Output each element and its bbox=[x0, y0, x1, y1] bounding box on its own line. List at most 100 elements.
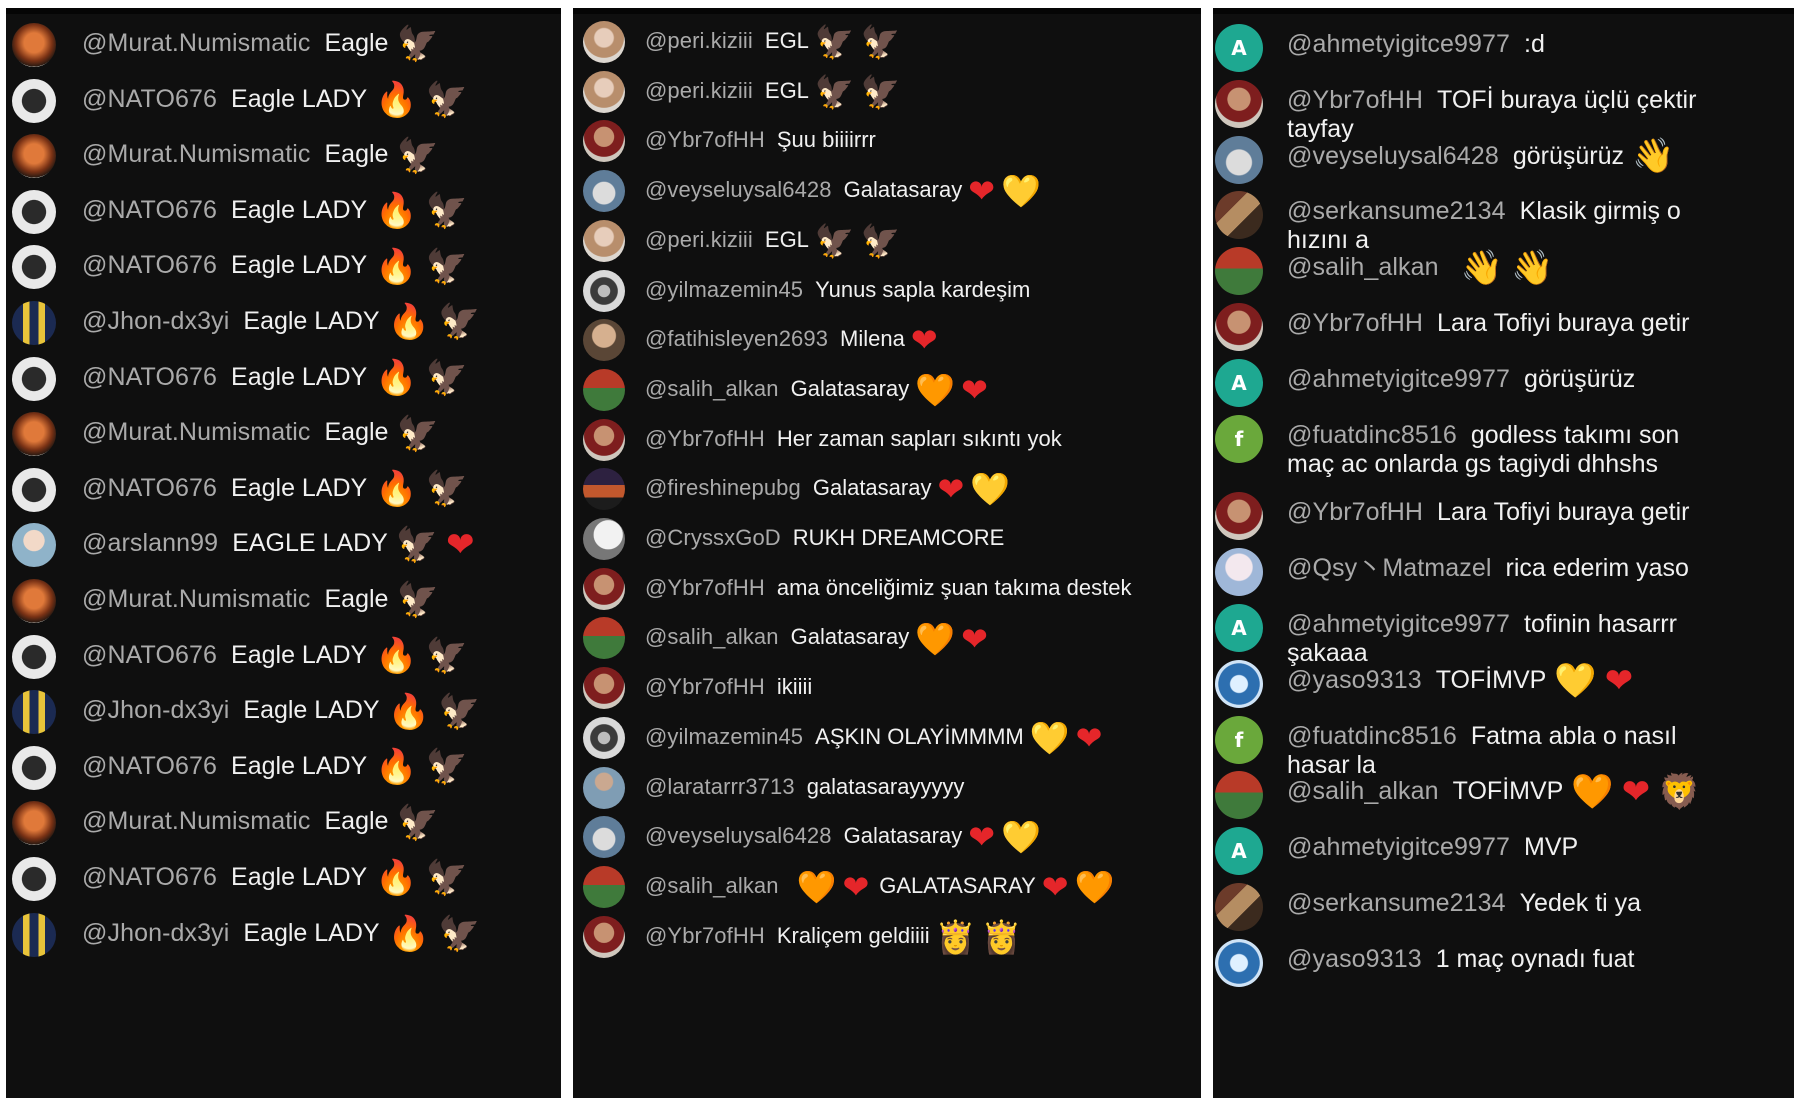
chat-username[interactable]: @Qsy丶Matmazel bbox=[1287, 554, 1492, 582]
user-avatar[interactable] bbox=[12, 245, 56, 290]
user-avatar[interactable] bbox=[1215, 938, 1263, 987]
user-avatar[interactable] bbox=[12, 912, 56, 957]
user-avatar[interactable] bbox=[12, 690, 56, 735]
user-avatar[interactable] bbox=[12, 189, 56, 234]
user-avatar[interactable] bbox=[1215, 303, 1263, 351]
user-avatar[interactable] bbox=[583, 816, 625, 859]
user-avatar[interactable] bbox=[1215, 548, 1263, 597]
user-avatar[interactable] bbox=[583, 368, 625, 411]
user-avatar[interactable] bbox=[12, 523, 56, 568]
chat-username[interactable]: @peri.kiziii bbox=[645, 78, 753, 103]
chat-username[interactable]: @arslann99 bbox=[82, 529, 218, 557]
chat-username[interactable]: @yilmazemin45 bbox=[645, 277, 803, 302]
chat-username[interactable]: @yilmazemin45 bbox=[645, 724, 803, 749]
chat-username[interactable]: @NATO676 bbox=[82, 474, 217, 502]
chat-username[interactable]: @serkansume2134 bbox=[1287, 197, 1506, 225]
chat-username[interactable]: @Jhon-dx3yi bbox=[82, 696, 229, 724]
chat-username[interactable]: @peri.kiziii bbox=[645, 227, 753, 252]
chat-username[interactable]: @fatihisleyen2693 bbox=[645, 326, 828, 351]
user-avatar[interactable] bbox=[12, 23, 56, 67]
user-avatar[interactable] bbox=[12, 745, 56, 790]
chat-username[interactable]: @Ybr7ofHH bbox=[645, 426, 765, 451]
user-avatar[interactable] bbox=[12, 467, 56, 512]
user-avatar[interactable] bbox=[583, 667, 625, 710]
user-avatar[interactable] bbox=[12, 134, 56, 179]
chat-username[interactable]: @NATO676 bbox=[82, 85, 217, 113]
chat-username[interactable]: @Murat.Numismatic bbox=[82, 29, 311, 57]
user-avatar[interactable] bbox=[12, 801, 56, 846]
chat-username[interactable]: @NATO676 bbox=[82, 251, 217, 279]
user-avatar[interactable] bbox=[583, 716, 625, 759]
user-avatar[interactable] bbox=[583, 865, 625, 908]
chat-username[interactable]: @fireshinepubg bbox=[645, 475, 801, 500]
user-avatar[interactable] bbox=[583, 915, 625, 958]
chat-username[interactable]: @Ybr7ofHH bbox=[645, 674, 765, 699]
user-avatar[interactable] bbox=[1215, 492, 1263, 541]
chat-username[interactable]: @Murat.Numismatic bbox=[82, 807, 311, 835]
chat-username[interactable]: @Ybr7ofHH bbox=[1287, 309, 1423, 337]
chat-username[interactable]: @veyseluysal6428 bbox=[645, 823, 832, 848]
chat-username[interactable]: @ahmetyigitce9977 bbox=[1287, 30, 1510, 58]
chat-username[interactable]: @yaso9313 bbox=[1287, 666, 1422, 694]
chat-username[interactable]: @CryssxGoD bbox=[645, 525, 781, 550]
user-avatar[interactable] bbox=[583, 21, 625, 63]
chat-username[interactable]: @fuatdinc8516 bbox=[1287, 722, 1457, 750]
chat-username[interactable]: @salih_alkan bbox=[645, 376, 779, 401]
user-avatar[interactable] bbox=[12, 301, 56, 345]
user-avatar[interactable]: f bbox=[1215, 715, 1263, 764]
chat-username[interactable]: @Ybr7ofHH bbox=[1287, 498, 1423, 526]
user-avatar[interactable] bbox=[12, 579, 56, 623]
user-avatar[interactable]: A bbox=[1215, 604, 1263, 652]
chat-username[interactable]: @salih_alkan bbox=[645, 873, 779, 898]
user-avatar[interactable] bbox=[1215, 135, 1263, 184]
chat-username[interactable]: @NATO676 bbox=[82, 863, 217, 891]
chat-username[interactable]: @salih_alkan bbox=[645, 624, 779, 649]
chat-username[interactable]: @NATO676 bbox=[82, 641, 217, 669]
user-avatar[interactable] bbox=[583, 269, 625, 312]
user-avatar[interactable]: f bbox=[1215, 414, 1263, 463]
user-avatar[interactable] bbox=[12, 634, 56, 679]
user-avatar[interactable] bbox=[12, 356, 56, 401]
user-avatar[interactable] bbox=[583, 319, 625, 362]
chat-username[interactable]: @Murat.Numismatic bbox=[82, 418, 311, 446]
chat-username[interactable]: @ahmetyigitce9977 bbox=[1287, 365, 1510, 393]
user-avatar[interactable] bbox=[583, 617, 625, 660]
chat-username[interactable]: @salih_alkan bbox=[1287, 253, 1439, 281]
user-avatar[interactable] bbox=[1215, 79, 1263, 128]
user-avatar[interactable] bbox=[583, 468, 625, 511]
user-avatar[interactable] bbox=[1215, 659, 1263, 708]
chat-username[interactable]: @veyseluysal6428 bbox=[1287, 142, 1499, 170]
user-avatar[interactable] bbox=[12, 412, 56, 457]
chat-username[interactable]: @ahmetyigitce9977 bbox=[1287, 610, 1510, 638]
user-avatar[interactable]: A bbox=[1215, 24, 1263, 72]
chat-username[interactable]: @Jhon-dx3yi bbox=[82, 307, 229, 335]
chat-username[interactable]: @Jhon-dx3yi bbox=[82, 919, 229, 947]
chat-username[interactable]: @NATO676 bbox=[82, 363, 217, 391]
user-avatar[interactable]: A bbox=[1215, 358, 1263, 407]
user-avatar[interactable] bbox=[583, 518, 625, 560]
user-avatar[interactable] bbox=[12, 857, 56, 901]
user-avatar[interactable] bbox=[583, 219, 625, 262]
user-avatar[interactable]: A bbox=[1215, 827, 1263, 876]
chat-username[interactable]: @laratarrr3713 bbox=[645, 774, 795, 799]
user-avatar[interactable] bbox=[1215, 771, 1263, 820]
chat-username[interactable]: @serkansume2134 bbox=[1287, 889, 1506, 917]
chat-username[interactable]: @salih_alkan bbox=[1287, 777, 1439, 805]
user-avatar[interactable] bbox=[12, 78, 56, 123]
chat-username[interactable]: @Ybr7ofHH bbox=[645, 127, 765, 152]
user-avatar[interactable] bbox=[1215, 247, 1263, 296]
chat-username[interactable]: @veyseluysal6428 bbox=[645, 177, 832, 202]
chat-username[interactable]: @NATO676 bbox=[82, 752, 217, 780]
chat-username[interactable]: @yaso9313 bbox=[1287, 945, 1422, 973]
user-avatar[interactable] bbox=[583, 70, 625, 113]
user-avatar[interactable] bbox=[1215, 883, 1263, 931]
chat-username[interactable]: @Murat.Numismatic bbox=[82, 585, 311, 613]
chat-username[interactable]: @fuatdinc8516 bbox=[1287, 421, 1457, 449]
chat-username[interactable]: @ahmetyigitce9977 bbox=[1287, 833, 1510, 861]
user-avatar[interactable] bbox=[583, 766, 625, 809]
user-avatar[interactable] bbox=[583, 418, 625, 461]
user-avatar[interactable] bbox=[583, 567, 625, 610]
chat-username[interactable]: @NATO676 bbox=[82, 196, 217, 224]
chat-username[interactable]: @Ybr7ofHH bbox=[1287, 86, 1423, 114]
user-avatar[interactable] bbox=[1215, 191, 1263, 240]
